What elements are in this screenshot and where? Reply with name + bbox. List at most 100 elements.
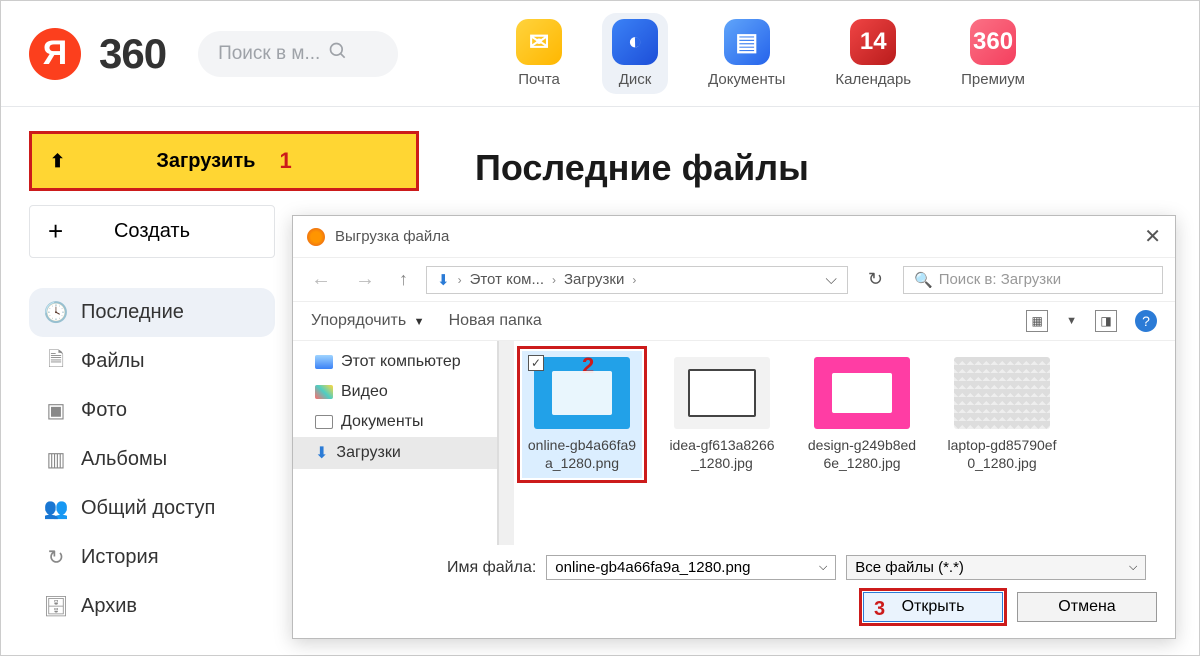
logo-360-text: 360: [99, 30, 166, 78]
service-calendar[interactable]: 14 Календарь: [825, 13, 921, 94]
open-button[interactable]: 3 Открыть: [863, 592, 1003, 622]
archive-icon: 🗄: [45, 596, 67, 618]
folder-tree: Этот компьютер Видео Документы ⬇ Загрузк…: [293, 341, 498, 545]
chevron-down-icon[interactable]: ▼: [1066, 315, 1077, 327]
up-icon[interactable]: ↑: [393, 265, 414, 294]
documents-icon: ▤: [724, 19, 770, 65]
file-item[interactable]: laptop-gd85790ef0_1280.jpg: [942, 351, 1062, 478]
sidebar-item-archive[interactable]: 🗄 Архив: [29, 582, 275, 631]
header: Я 360 Поиск в м... ✉ Почта ◐ Диск ▤ Доку…: [1, 1, 1199, 106]
nav-label: Общий доступ: [81, 497, 215, 520]
organize-menu[interactable]: Упорядочить ▼: [311, 312, 425, 330]
dialog-nav-bar: ← → ↑ ⬇ › Этот ком... › Загрузки › ⌵ ↻ 🔍…: [293, 257, 1175, 302]
nav-label: Файлы: [81, 350, 145, 373]
tree-item-video[interactable]: Видео: [293, 377, 497, 407]
filetype-select[interactable]: Все файлы (*.*) ⌵: [846, 555, 1146, 580]
sidebar-item-albums[interactable]: ▥ Альбомы: [29, 435, 275, 484]
preview-pane-icon[interactable]: ◨: [1095, 310, 1117, 332]
search-input[interactable]: Поиск в м...: [198, 31, 398, 77]
tree-label: Документы: [341, 413, 423, 431]
service-mail[interactable]: ✉ Почта: [506, 13, 572, 94]
create-button[interactable]: + Создать: [29, 205, 275, 258]
upload-label: Загрузить: [156, 150, 255, 173]
file-grid: ✓ 2 online-gb4a66fa9a_1280.png idea-gf61…: [514, 341, 1175, 545]
people-icon: 👥: [45, 498, 67, 520]
back-icon[interactable]: ←: [305, 264, 337, 295]
file-name: design-g249b8ed6e_1280.jpg: [802, 437, 922, 478]
chevron-down-icon: ⌵: [1129, 561, 1137, 574]
dialog-title: Выгрузка файла: [335, 228, 1134, 245]
file-thumbnail: [674, 357, 770, 429]
refresh-icon[interactable]: ↻: [860, 269, 891, 290]
service-premium[interactable]: 360 Премиум: [951, 13, 1035, 94]
file-item[interactable]: design-g249b8ed6e_1280.jpg: [802, 351, 922, 478]
tree-label: Этот компьютер: [341, 353, 461, 371]
file-thumbnail: [954, 357, 1050, 429]
file-name: laptop-gd85790ef0_1280.jpg: [942, 437, 1062, 478]
upload-icon: ⬆: [50, 151, 65, 172]
cancel-button[interactable]: Отмена: [1017, 592, 1157, 622]
photo-icon: ▣: [45, 400, 67, 422]
dialog-toolbar: Упорядочить ▼ Новая папка ▦ ▼ ◨ ?: [293, 302, 1175, 341]
forward-icon[interactable]: →: [349, 264, 381, 295]
chevron-right-icon: ›: [632, 273, 636, 287]
tree-item-documents[interactable]: Документы: [293, 407, 497, 437]
close-icon[interactable]: ✕: [1144, 224, 1161, 249]
tree-item-computer[interactable]: Этот компьютер: [293, 347, 497, 377]
service-documents[interactable]: ▤ Документы: [698, 13, 795, 94]
breadcrumb-folder: Загрузки: [564, 271, 624, 288]
file-item-selected[interactable]: ✓ 2 online-gb4a66fa9a_1280.png: [522, 351, 642, 478]
checkbox-icon[interactable]: ✓: [528, 355, 544, 371]
filetype-value: Все файлы (*.*): [855, 559, 964, 576]
cancel-label: Отмена: [1058, 598, 1115, 615]
sidebar-item-shared[interactable]: 👥 Общий доступ: [29, 484, 275, 533]
tree-label: Видео: [341, 383, 388, 401]
clock-icon: 🕓: [45, 302, 67, 324]
sidebar-item-history[interactable]: ↻ История: [29, 533, 275, 582]
page-title: Последние файлы: [475, 147, 809, 189]
dialog-titlebar: Выгрузка файла ✕: [293, 216, 1175, 257]
new-folder-button[interactable]: Новая папка: [449, 312, 542, 330]
search-icon: [328, 41, 348, 67]
dialog-body: Этот компьютер Видео Документы ⬇ Загрузк…: [293, 341, 1175, 545]
upload-button[interactable]: ⬆ Загрузить 1: [29, 131, 419, 191]
chevron-down-icon[interactable]: ⌵: [826, 271, 837, 288]
file-name: idea-gf613a8266_1280.jpg: [662, 437, 782, 478]
file-name: online-gb4a66fa9a_1280.png: [522, 437, 642, 478]
sidebar-item-recent[interactable]: 🕓 Последние: [29, 288, 275, 337]
search-icon: 🔍: [914, 271, 933, 289]
tree-scrollbar[interactable]: [498, 341, 514, 545]
view-mode-icon[interactable]: ▦: [1026, 310, 1048, 332]
mail-icon: ✉: [516, 19, 562, 65]
nav-label: Альбомы: [81, 448, 167, 471]
filename-input[interactable]: online-gb4a66fa9a_1280.png ⌵: [546, 555, 836, 580]
help-icon[interactable]: ?: [1135, 310, 1157, 332]
file-thumbnail: [814, 357, 910, 429]
disk-icon: ◐: [612, 19, 658, 65]
service-disk[interactable]: ◐ Диск: [602, 13, 668, 94]
organize-label: Упорядочить: [311, 312, 406, 329]
dialog-search-input[interactable]: 🔍 Поиск в: Загрузки: [903, 266, 1163, 294]
breadcrumb-root: Этот ком...: [470, 271, 544, 288]
search-placeholder: Поиск в: Загрузки: [939, 271, 1061, 288]
filename-label: Имя файла:: [447, 559, 536, 577]
service-label: Календарь: [835, 71, 911, 88]
breadcrumb[interactable]: ⬇ › Этот ком... › Загрузки › ⌵: [426, 266, 848, 294]
premium-icon: 360: [970, 19, 1016, 65]
yandex-logo-icon[interactable]: Я: [29, 28, 81, 80]
sidebar-item-photo[interactable]: ▣ Фото: [29, 386, 275, 435]
open-label: Открыть: [902, 598, 965, 615]
albums-icon: ▥: [45, 449, 67, 471]
nav-label: Последние: [81, 301, 184, 324]
tree-item-downloads[interactable]: ⬇ Загрузки: [293, 437, 497, 469]
download-arrow-icon: ⬇: [437, 271, 450, 289]
service-label: Документы: [708, 71, 785, 88]
nav-label: Архив: [81, 595, 137, 618]
computer-icon: [315, 355, 333, 369]
service-label: Почта: [518, 71, 560, 88]
file-item[interactable]: idea-gf613a8266_1280.jpg: [662, 351, 782, 478]
sidebar-item-files[interactable]: 🗎 Файлы: [29, 337, 275, 386]
chevron-right-icon: ›: [552, 273, 556, 287]
search-placeholder: Поиск в м...: [218, 43, 320, 65]
chevron-down-icon[interactable]: ⌵: [819, 561, 827, 574]
